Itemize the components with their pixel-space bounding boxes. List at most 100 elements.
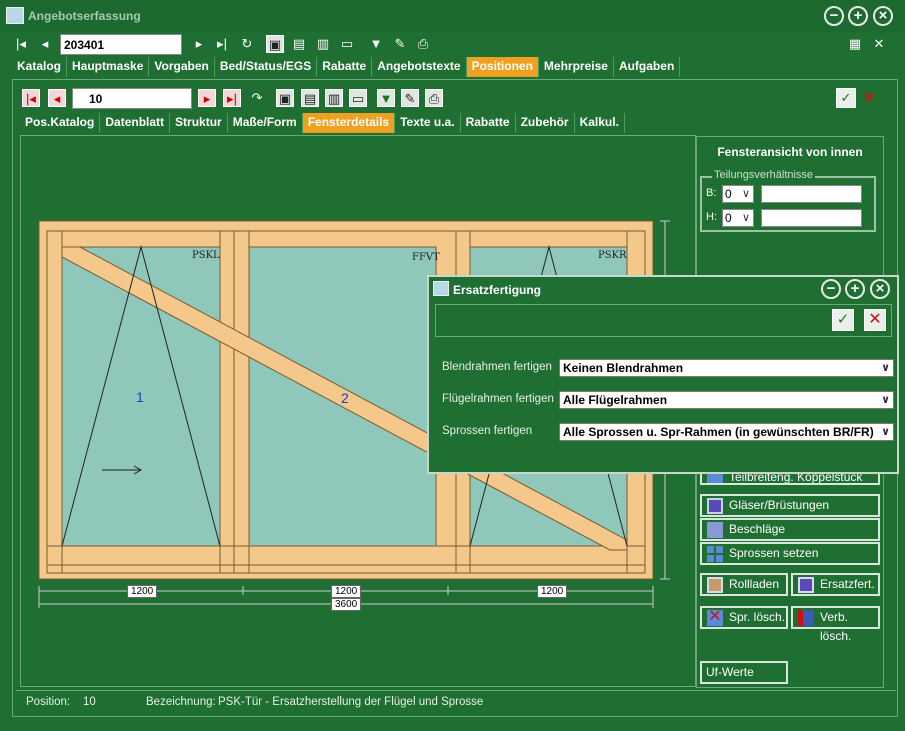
teilung-legend: Teilungsverhältnisse <box>712 169 816 181</box>
print-icon[interactable]: ⎙ <box>414 35 432 53</box>
status-pos-value: 10 <box>83 696 96 708</box>
rollladen-button[interactable]: Rollladen <box>700 573 788 596</box>
filter-icon[interactable]: ▼ <box>367 35 385 53</box>
grid-icon <box>707 546 723 562</box>
undo-icon[interactable]: ↷ <box>248 89 266 107</box>
window-titlebar: Angebotserfassung − + × <box>0 0 905 32</box>
tab-rabatte[interactable]: Rabatte <box>317 57 373 77</box>
dialog-close-icon[interactable]: × <box>870 279 890 299</box>
status-bez-label: Bezeichnung: <box>146 696 216 708</box>
dim-left: 1200 <box>127 585 158 598</box>
folder-icon[interactable]: ▭ <box>338 35 356 53</box>
pos-print-icon[interactable]: ⎙ <box>425 89 443 107</box>
first-record-icon[interactable]: |◂ <box>12 35 30 53</box>
subtab-masse-form[interactable]: Maße/Form <box>228 113 303 133</box>
cancel-icon[interactable]: ✕ <box>860 89 878 107</box>
uf-werte-button[interactable]: Uf-Werte <box>700 661 788 684</box>
subtab-zubehoer[interactable]: Zubehör <box>516 113 575 133</box>
settings-icon[interactable]: ▦ <box>846 35 864 53</box>
glaeser-button[interactable]: Gläser/Brüstungen <box>700 494 880 517</box>
prev-record-icon[interactable]: ◂ <box>36 35 54 53</box>
subtab-fensterdetails[interactable]: Fensterdetails <box>302 113 396 133</box>
dialog-maximize-icon[interactable]: + <box>845 279 865 299</box>
subtab-texte[interactable]: Texte u.a. <box>395 113 461 133</box>
b-input[interactable] <box>761 185 862 203</box>
sprossen-button[interactable]: Sprossen setzen <box>700 542 880 565</box>
blendrahmen-label: Blendrahmen fertigen <box>442 361 552 373</box>
status-bar: Position: 10 Bezeichnung: PSK-Tür - Ersa… <box>16 690 896 712</box>
position-input[interactable] <box>72 88 192 109</box>
hardware-icon <box>707 522 723 538</box>
app-icon <box>6 7 24 24</box>
fluegelrahmen-select[interactable]: Alle Flügelrahmen ∨ <box>559 391 894 409</box>
h-label: H: <box>706 211 717 223</box>
filter-edit-icon[interactable]: ✎ <box>391 35 409 53</box>
next-record-icon[interactable]: ▸ <box>190 35 208 53</box>
dialog-ok-icon[interactable]: ✓ <box>832 309 854 331</box>
glass-icon <box>707 498 723 514</box>
dialog-toolbar: ✓ ✕ <box>435 304 892 337</box>
dialog-cancel-icon[interactable]: ✕ <box>864 309 886 331</box>
tab-katalog[interactable]: Katalog <box>12 57 68 77</box>
prev-position-icon[interactable]: ◂ <box>48 89 66 107</box>
beschlaege-button[interactable]: Beschläge <box>700 518 880 541</box>
last-position-icon[interactable]: ▸| <box>223 89 241 107</box>
h-select[interactable]: 0 ∨ <box>722 209 754 227</box>
pos-copy-icon[interactable]: ▣ <box>276 89 294 107</box>
maximize-icon[interactable]: + <box>848 6 868 26</box>
pos-filter-icon[interactable]: ▼ <box>377 89 395 107</box>
tab-positionen[interactable]: Positionen <box>466 57 539 77</box>
sprossen-label: Sprossen fertigen <box>442 425 533 437</box>
dim-mid: 1200 <box>331 585 362 598</box>
tab-angebotstexte[interactable]: Angebotstexte <box>372 57 467 77</box>
status-pos-label: Position: <box>26 696 71 708</box>
dim-total: 3600 <box>331 598 362 611</box>
pos-new-icon[interactable]: ▤ <box>301 89 319 107</box>
chevron-down-icon: ∨ <box>881 394 890 406</box>
tab-vorgaben[interactable]: Vorgaben <box>149 57 215 77</box>
minimize-icon[interactable]: − <box>824 6 844 26</box>
new-icon[interactable]: ▤ <box>290 35 308 53</box>
refresh-icon[interactable]: ↻ <box>238 35 256 53</box>
next-position-icon[interactable]: ▸ <box>198 89 216 107</box>
subtab-pos-katalog[interactable]: Pos.Katalog <box>20 113 101 133</box>
confirm-icon[interactable]: ✓ <box>836 88 856 108</box>
copy-icon[interactable]: ▣ <box>266 35 284 53</box>
subtab-kalkul[interactable]: Kalkul. <box>575 113 625 133</box>
b-label: B: <box>706 187 717 199</box>
shutter-icon <box>707 577 723 593</box>
sash-label-pskl: PSKL <box>192 250 220 261</box>
ersatzfert-button[interactable]: Ersatzfert. <box>791 573 880 596</box>
pos-duplicate-icon[interactable]: ▥ <box>325 89 343 107</box>
right-panel-title: Fensteransicht von innen <box>717 145 863 159</box>
b-select[interactable]: 0 ∨ <box>722 185 754 203</box>
dialog-minimize-icon[interactable]: − <box>821 279 841 299</box>
last-record-icon[interactable]: ▸| <box>213 35 231 53</box>
pos-filter-edit-icon[interactable]: ✎ <box>401 89 419 107</box>
subtab-struktur[interactable]: Struktur <box>170 113 228 133</box>
sprossen-select[interactable]: Alle Sprossen u. Spr-Rahmen (in gewünsch… <box>559 423 894 441</box>
subtab-datenblatt[interactable]: Datenblatt <box>100 113 171 133</box>
tab-hauptmaske[interactable]: Hauptmaske <box>67 57 150 77</box>
tab-bed-status[interactable]: Bed/Status/EGS <box>215 57 318 77</box>
main-tabs: Katalog Hauptmaske Vorgaben Bed/Status/E… <box>12 57 681 77</box>
pos-folder-icon[interactable]: ▭ <box>349 89 367 107</box>
status-bez-value: PSK-Tür - Ersatzherstellung der Flügel u… <box>218 696 484 708</box>
tools-icon[interactable]: ✕ <box>870 35 888 53</box>
tab-mehrpreise[interactable]: Mehrpreise <box>539 57 614 77</box>
tab-aufgaben[interactable]: Aufgaben <box>614 57 681 77</box>
subtab-rabatte[interactable]: Rabatte <box>461 113 516 133</box>
position-toolbar: |◂ ◂ ▸ ▸| ↷ ▣ ▤ ▥ ▭ ▼ ✎ ⎙ ✓ ✕ <box>20 86 890 112</box>
first-position-icon[interactable]: |◂ <box>22 89 40 107</box>
fluegelrahmen-label: Flügelrahmen fertigen <box>442 393 554 405</box>
dim-right: 1200 <box>537 585 568 598</box>
sub-tabs: Pos.Katalog Datenblatt Struktur Maße/For… <box>20 113 625 133</box>
close-icon[interactable]: × <box>873 6 893 26</box>
blendrahmen-select[interactable]: Keinen Blendrahmen ∨ <box>559 359 894 377</box>
duplicate-icon[interactable]: ▥ <box>314 35 332 53</box>
h-input[interactable] <box>761 209 862 227</box>
verb-loesch-button[interactable]: Verb. lösch. <box>791 606 880 643</box>
spr-loesch-button[interactable]: ✕ Spr. lösch. <box>700 606 788 629</box>
record-number-input[interactable] <box>60 34 182 55</box>
sash-label-pskr: PSKR <box>598 250 627 261</box>
